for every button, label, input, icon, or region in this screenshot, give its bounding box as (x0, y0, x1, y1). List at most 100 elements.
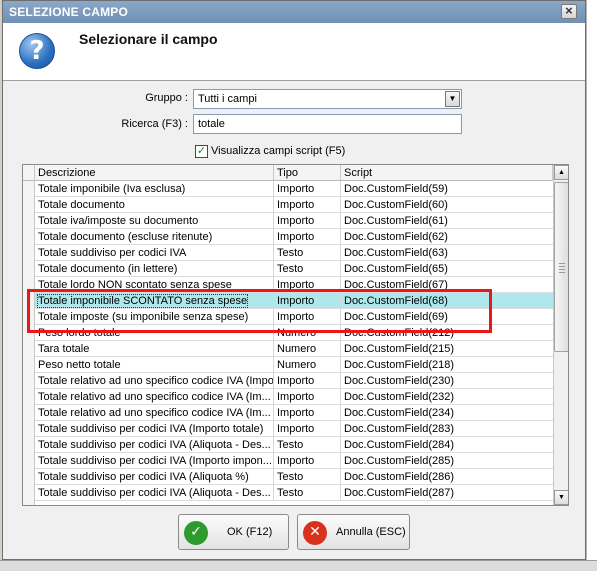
search-input[interactable]: totale (193, 114, 462, 134)
table-row[interactable]: Totale suddiviso per codici IVA Testo Doc.… (35, 245, 553, 261)
cell-script-text: Doc.CustomField(285) (344, 455, 455, 467)
cell-type: Testo (274, 261, 341, 277)
table-row[interactable]: Totale documento (in lettere) Testo Doc.Cu… (35, 261, 553, 277)
table-row[interactable]: Totale suddiviso per codici IVA (Importo… (35, 421, 553, 437)
cell-script-text: Doc.CustomField(61) (344, 215, 448, 227)
column-header-type[interactable]: Tipo (274, 165, 341, 181)
table-row[interactable]: Totale suddiviso per codici IVA (Importo… (35, 453, 553, 469)
cell-script-text: Doc.CustomField(65) (344, 263, 448, 275)
cell-type-text: Testo (277, 471, 304, 483)
table-row[interactable]: Totale documento Importo Doc.CustomField(6… (35, 197, 553, 213)
chevron-down-icon[interactable]: ▼ (445, 91, 460, 107)
cell-description-text: Totale imponibile SCONTATO senza spese (36, 294, 249, 308)
cell-description-text: Totale suddiviso per codici IVA (38, 247, 187, 259)
table-row[interactable]: Totale suddiviso per codici IVA (Aliquot… (35, 485, 553, 501)
table-row[interactable]: Totale suddiviso per codici IVA (Aliquot… (35, 469, 553, 485)
table-row[interactable]: Totale relativo ad uno specifico codice … (35, 405, 553, 421)
table-row[interactable]: Totale imposte (su imponibile senza spes… (35, 309, 553, 325)
cell-script: Doc.CustomField(67) (341, 277, 553, 293)
table-row[interactable]: Totale lordo NON scontato senza spese Imp… (35, 277, 553, 293)
cell-type: Importo (274, 389, 341, 405)
row-indicator-column (23, 181, 35, 505)
cell-description: Tara totale (35, 341, 274, 357)
column-header-script[interactable]: Script (341, 165, 553, 181)
cell-script-text: Doc.CustomField(283) (344, 423, 455, 435)
cell-script: Doc.CustomField(230) (341, 373, 553, 389)
scroll-thumb[interactable] (554, 182, 568, 352)
dialog-title: SELEZIONE CAMPO (9, 5, 129, 19)
checkmark-icon: ✓ (184, 521, 208, 545)
cell-type: Importo (274, 213, 341, 229)
table-row[interactable]: Peso netto totale Numero Doc.CustomField(2… (35, 357, 553, 373)
cell-type-text: Numero (277, 327, 317, 339)
cell-script: Doc.CustomField(212) (341, 325, 553, 341)
script-fields-label[interactable]: Visualizza campi script (F5) (211, 145, 345, 157)
cell-type: Importo (274, 181, 341, 197)
table-row[interactable]: Totale iva/imposte su documento Importo Do… (35, 213, 553, 229)
cell-description: Totale lordo NON scontato senza spese (35, 277, 274, 293)
cell-script-text: Doc.CustomField(67) (344, 279, 448, 291)
cell-script: Doc.CustomField(283) (341, 421, 553, 437)
question-icon: ? (19, 33, 55, 69)
table-row[interactable]: Peso lordo totale Numero Doc.CustomField(2… (35, 325, 553, 341)
table-row[interactable]: Totale documento (escluse ritenute) Impor… (35, 229, 553, 245)
cell-script: Doc.CustomField(285) (341, 453, 553, 469)
table-row[interactable]: Totale relativo ad uno specifico codice … (35, 373, 553, 389)
script-fields-checkbox[interactable]: ✓ (195, 145, 208, 158)
dialog-titlebar[interactable]: SELEZIONE CAMPO × (3, 1, 585, 23)
cell-script: Doc.CustomField(215) (341, 341, 553, 357)
ok-button[interactable]: ✓ OK (F12) (178, 514, 289, 550)
table-row[interactable]: Tara totale Numero Doc.CustomField(215) (35, 341, 553, 357)
table-row[interactable]: Totale suddiviso per codici IVA (Aliquot… (35, 437, 553, 453)
cell-type-text: Importo (277, 215, 315, 227)
cell-type-text: Importo (277, 423, 315, 435)
arrow-up-icon: ▲ (558, 169, 565, 176)
cell-type-text: Importo (277, 279, 315, 291)
cell-type: Numero (274, 341, 341, 357)
cell-description-text: Peso netto totale (38, 359, 121, 371)
cell-description: Totale relativo ad uno specifico codice … (35, 389, 274, 405)
cell-description: Peso netto totale (35, 357, 274, 373)
cell-script-text: Doc.CustomField(230) (344, 375, 455, 387)
cell-type: Testo (274, 437, 341, 453)
cell-description: Totale suddiviso per codici IVA (35, 245, 274, 261)
group-select[interactable]: Tutti i campi ▼ (193, 89, 462, 109)
table-row[interactable]: Totale relativo ad uno specifico codice … (35, 389, 553, 405)
cell-type: Importo (274, 373, 341, 389)
cell-description: Totale relativo ad uno specifico codice … (35, 373, 274, 389)
cell-description-text: Totale iva/imposte su documento (38, 215, 199, 227)
table-row[interactable]: Totale imponibile SCONTATO senza spese Im… (35, 293, 553, 309)
background-window-right (586, 0, 597, 571)
cancel-x-icon: ✕ (303, 521, 327, 545)
cell-script: Doc.CustomField(68) (341, 293, 553, 309)
cell-script-text: Doc.CustomField(234) (344, 407, 455, 419)
cell-script-text: Doc.CustomField(286) (344, 471, 455, 483)
column-header-description[interactable]: Descrizione (35, 165, 274, 181)
fields-grid[interactable]: Descrizione Tipo Script Totale imponibil… (22, 164, 569, 506)
cell-script-text: Doc.CustomField(60) (344, 199, 448, 211)
group-select-value: Tutti i campi (198, 93, 257, 105)
cell-type-text: Testo (277, 247, 304, 259)
cell-script-text: Doc.CustomField(62) (344, 231, 448, 243)
grip-line (559, 269, 565, 270)
cell-script: Doc.CustomField(59) (341, 181, 553, 197)
group-label: Gruppo : (145, 92, 188, 104)
cell-type: Importo (274, 309, 341, 325)
grip-line (559, 266, 565, 267)
cell-script-text: Doc.CustomField(232) (344, 391, 455, 403)
table-row[interactable]: Totale imponibile (Iva esclusa) Importo Do… (35, 181, 553, 197)
cell-script-text: Doc.CustomField(63) (344, 247, 448, 259)
cell-type: Importo (274, 405, 341, 421)
grid-rows: Totale imponibile (Iva esclusa) Importo Do… (35, 181, 553, 501)
scroll-up-button[interactable]: ▲ (554, 165, 568, 180)
scroll-down-button[interactable]: ▼ (554, 490, 568, 505)
grip-line (559, 263, 565, 264)
cell-type-text: Importo (277, 391, 315, 403)
cell-script-text: Doc.CustomField(69) (344, 311, 448, 323)
close-button[interactable]: × (561, 4, 577, 19)
cell-script: Doc.CustomField(232) (341, 389, 553, 405)
cell-description: Peso lordo totale (35, 325, 274, 341)
vertical-scrollbar[interactable]: ▲ ▼ (553, 165, 568, 505)
cell-type-text: Testo (277, 263, 304, 275)
cancel-button[interactable]: ✕ Annulla (ESC) (297, 514, 410, 550)
